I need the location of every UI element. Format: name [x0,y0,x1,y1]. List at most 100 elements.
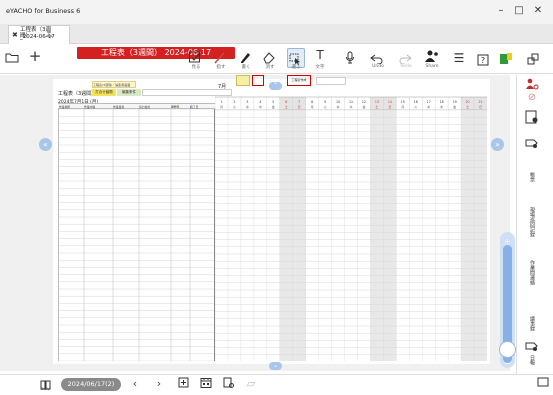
gantt-grid[interactable] [215,110,487,361]
day-weekday: 火 [414,105,417,109]
eraser-disabled-icon[interactable]: ▱ [244,377,258,390]
add-page-button[interactable] [316,77,346,85]
page-settings-icon[interactable] [521,110,543,127]
menu-icon[interactable]: ☰ [452,52,466,64]
day-number: 1 [220,100,222,104]
app-title: eYACHO for Business 6 [6,7,81,15]
minimize-button[interactable]: – [494,4,508,18]
weekend-column [474,110,487,361]
document-title-badge[interactable]: 工程表（3週間） 2024-06-17 [77,47,235,59]
day-weekday: 金 [362,104,365,109]
sticky-note-icon[interactable] [499,50,513,69]
next-page-chevron-icon[interactable]: » [491,138,504,151]
tool-label-pointer: 指す [216,65,226,70]
day-weekday: 日 [388,105,391,109]
day-weekday: 水 [427,104,430,109]
maximize-button[interactable]: □ [512,4,526,18]
tag-settings-icon[interactable] [521,137,543,152]
svg-text:?: ? [481,56,485,65]
day-number: 10 [336,100,340,104]
sheet-page-field[interactable] [236,75,250,86]
current-date-pill[interactable]: 2024/06/17(2) [61,378,121,391]
scroll-down-chevron-icon[interactable]: ⌄ [269,362,282,370]
prev-page-chevron-icon[interactable]: « [39,138,52,151]
day-header-grid: 1月2火3水4木5金6土7日8月9火10水11木12金13土14日15月16火1… [215,96,487,110]
tab-user-icon [44,29,54,37]
weekend-column [279,110,293,361]
zoom-in-icon[interactable]: + [503,237,512,246]
add-icon[interactable]: + [28,49,42,64]
day-weekday: 金 [453,104,456,109]
day-number: 5 [272,100,274,104]
side-label-forms[interactable]: 帳票 [526,172,538,182]
calendar-icon[interactable] [199,377,213,391]
day-number: 21 [478,100,482,104]
tool-label-share: Share [425,64,439,69]
zoom-out-icon[interactable]: − [503,359,512,368]
highlighted-create-button[interactable]: 工程表作成 [287,75,311,86]
people-settings-icon[interactable] [521,78,543,93]
sheet-tag-agenda[interactable]: 打合せ議題 [92,89,116,96]
add-page-icon[interactable] [176,377,190,391]
day-weekday: 火 [324,105,327,109]
task-grid[interactable] [58,109,215,361]
microphone-icon[interactable] [345,49,357,68]
day-number: 16 [414,100,418,104]
day-weekday: 木 [259,104,262,109]
day-weekday: 水 [246,104,249,109]
day-weekday: 土 [375,104,378,109]
day-number: 12 [362,100,366,104]
link-icon[interactable]: ⊘ [521,92,543,103]
day-number: 8 [311,100,313,104]
title-bar [0,0,553,24]
day-number: 4 [259,100,261,104]
day-number: 9 [324,100,326,104]
tool-label-select: 選ぶ [291,65,301,70]
weekend-column [383,110,397,361]
day-weekday: 日 [298,105,301,109]
day-weekday: 木 [349,104,352,109]
tab-close-icon[interactable]: ✖ [12,31,18,39]
side-label-work-liaison[interactable]: 作業間連絡 [526,260,538,285]
next-page-icon[interactable]: › [152,377,166,390]
side-label-site-patrol[interactable]: 現場巡回記録 [526,207,538,237]
weekend-column [292,110,306,361]
day-number: 17 [427,100,431,104]
weekend-column [461,110,475,361]
day-number: 11 [349,100,353,104]
day-number: 2 [233,100,235,104]
sheet-title: 工程表（3週間） [58,91,97,97]
day-number: 18 [440,100,444,104]
tool-label-undo: Undo [372,64,384,69]
day-weekday: 土 [285,104,288,109]
text-icon[interactable]: T [313,49,327,61]
fullscreen-icon[interactable] [527,50,541,69]
window-mode-icon[interactable] [536,377,550,390]
day-number: 14 [388,100,392,104]
day-weekday: 日 [479,105,482,109]
day-number: 6 [285,100,287,104]
day-weekday: 金 [272,104,275,109]
tool-label-eraser: 消す [265,65,275,70]
zoom-slider-knob[interactable] [499,341,516,358]
day-number: 13 [375,100,379,104]
day-number: 20 [466,100,470,104]
prev-page-icon[interactable]: ‹ [128,377,142,390]
day-weekday: 土 [466,104,469,109]
sheet-header-note: 工程表(3週間)・編集用画面 [92,81,136,88]
day-weekday: 月 [220,105,223,109]
day-number: 19 [453,100,457,104]
folder-icon[interactable] [4,52,20,65]
highlighted-input-box[interactable] [252,75,264,86]
side-label-minutes[interactable]: 議事録 [526,316,538,331]
close-button[interactable]: ✕ [531,4,545,18]
tag-settings-icon-2[interactable] [521,340,543,355]
help-icon[interactable]: ? [477,51,491,70]
side-label-daily-report[interactable]: 日報 [526,355,538,365]
daily-book-icon[interactable] [40,376,52,395]
sheet-tag-conditions[interactable]: 編集条件 [117,89,141,96]
tool-label-text: 文字 [315,65,325,70]
page-search-icon[interactable] [222,377,236,392]
tab-bar [0,24,553,44]
day-number: 3 [246,100,248,104]
